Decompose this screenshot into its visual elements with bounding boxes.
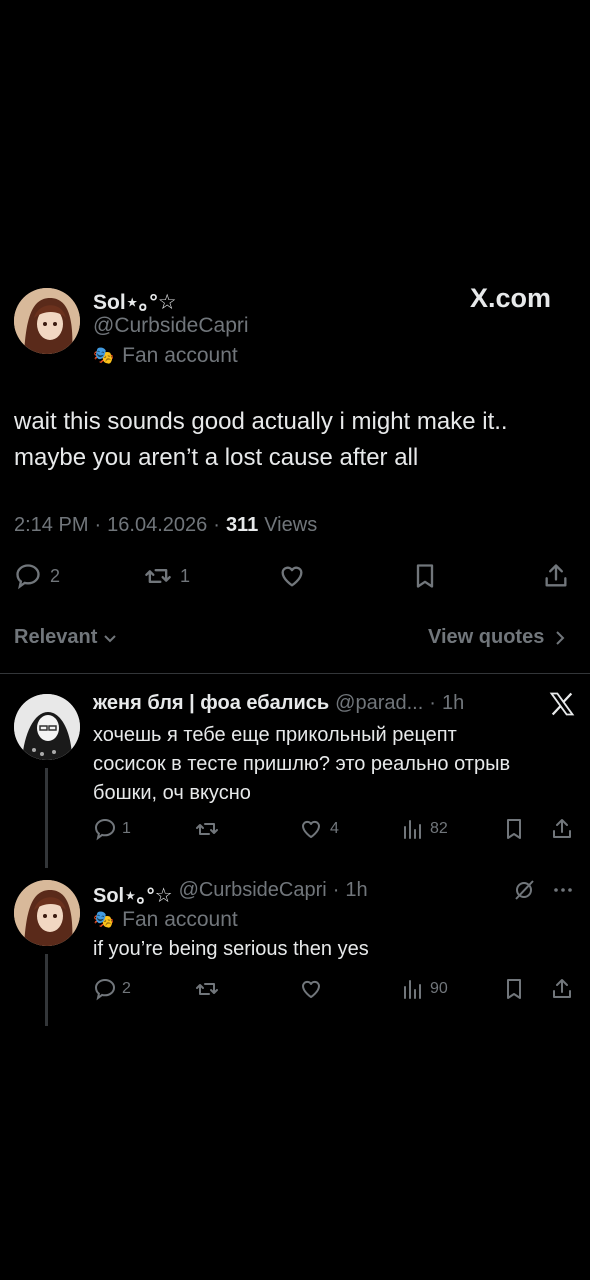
repost-button[interactable]: 1	[144, 562, 190, 590]
like-button[interactable]: 4	[298, 817, 339, 841]
reply-icon	[16, 564, 40, 590]
grok-icon[interactable]	[512, 878, 536, 902]
views-count: 311	[225, 514, 259, 536]
avatar[interactable]	[14, 694, 80, 760]
sort-dropdown[interactable]: Relevant	[14, 626, 117, 649]
like-button[interactable]	[298, 977, 324, 1001]
display-name[interactable]: Sol⋆｡°☆	[93, 879, 173, 908]
reply-text-line-1: хочешь я тебе еще прикольный рецепт	[93, 724, 457, 746]
avatar-image	[14, 694, 80, 760]
bookmark-icon	[507, 819, 521, 839]
bookmark-button[interactable]	[411, 562, 439, 590]
share-button[interactable]	[550, 817, 574, 841]
display-name[interactable]: женя бля | фоа ебались	[93, 692, 329, 715]
chevron-down-icon	[104, 634, 117, 642]
mask-icon: 🎭	[93, 346, 115, 365]
post-meta: 2:14 PM · 16.04.2026 · 311 Views	[14, 514, 318, 537]
reply-count: 2	[50, 565, 61, 586]
bookmark-button[interactable]	[502, 817, 526, 841]
views-label: Views	[264, 514, 318, 536]
reply-button[interactable]: 2	[14, 562, 60, 590]
post-text-line-1: wait this sounds good actually i might m…	[14, 408, 508, 435]
avatar[interactable]	[14, 288, 80, 354]
view-quotes-link[interactable]: View quotes	[428, 626, 566, 649]
repost-icon	[196, 983, 218, 995]
avatar-image	[14, 288, 80, 354]
views-button[interactable]: 90	[400, 977, 448, 1001]
main-post: Sol⋆｡°☆ @CurbsideCapri 🎭 Fan account X.c…	[0, 270, 590, 670]
repost-button[interactable]	[195, 977, 219, 1001]
share-icon	[545, 564, 567, 587]
time[interactable]: 1h	[345, 879, 367, 908]
badge-label: Fan account	[122, 344, 238, 367]
bookmark-icon	[507, 979, 521, 999]
x-logo-icon	[548, 690, 576, 718]
bookmark-button[interactable]	[502, 977, 526, 1001]
reply-header: Sol⋆｡°☆ @CurbsideCapri · 1h	[93, 879, 368, 908]
reply-count: 1	[122, 820, 131, 837]
reply-text: хочешь я тебе еще прикольный рецепт соси…	[93, 721, 510, 808]
post-date[interactable]: 16.04.2026	[107, 514, 207, 537]
heart-icon	[281, 566, 303, 587]
repost-icon	[145, 569, 171, 583]
reply-button[interactable]: 2	[93, 977, 131, 1001]
reply-text-line-3: бошки, оч вкусно	[93, 782, 251, 804]
handle[interactable]: @parad...	[335, 692, 423, 715]
share-button[interactable]	[550, 977, 574, 1001]
repost-count: 1	[180, 565, 191, 586]
reply-post[interactable]: Sol⋆｡°☆ @CurbsideCapri · 1h 🎭 Fan accoun…	[0, 864, 590, 1044]
views-button[interactable]: 82	[400, 817, 448, 841]
badge: 🎭 Fan account	[93, 344, 238, 368]
badge-label: Fan account	[122, 908, 238, 931]
heart-icon	[302, 820, 320, 838]
thread-line	[45, 768, 48, 868]
views-count: 82	[430, 820, 448, 837]
time[interactable]: 1h	[442, 692, 464, 715]
sort-label: Relevant	[14, 626, 98, 648]
avatar-image	[14, 880, 80, 946]
views-count: 90	[430, 980, 448, 997]
share-icon	[553, 979, 571, 998]
avatar[interactable]	[14, 880, 80, 946]
post-time[interactable]: 2:14 PM	[14, 514, 88, 537]
like-button[interactable]	[277, 562, 307, 590]
heart-icon	[302, 980, 320, 998]
analytics-icon	[404, 980, 421, 999]
reply-header: женя бля | фоа ебались @parad... · 1h	[93, 692, 465, 715]
reply-button[interactable]: 1	[93, 817, 131, 841]
reply-post[interactable]: женя бля | фоа ебались @parad... · 1h хо…	[0, 674, 590, 868]
bookmark-icon	[416, 564, 434, 588]
chevron-right-icon	[556, 630, 565, 645]
repost-icon	[196, 823, 218, 835]
analytics-icon	[404, 820, 421, 839]
reply-icon	[94, 978, 116, 1001]
reply-icon	[94, 818, 116, 841]
handle[interactable]: @CurbsideCapri	[93, 314, 249, 338]
share-button[interactable]	[542, 562, 570, 590]
post-text: wait this sounds good actually i might m…	[14, 404, 508, 476]
thread-line	[45, 954, 48, 1026]
share-icon	[553, 819, 571, 838]
repost-button[interactable]	[195, 817, 219, 841]
reply-text: if you’re being serious then yes	[93, 938, 369, 960]
post-text-line-2: maybe you aren’t a lost cause after all	[14, 444, 419, 471]
x-watermark: X.com	[470, 283, 552, 313]
like-count: 4	[330, 820, 339, 837]
view-quotes-label: View quotes	[428, 626, 545, 648]
display-name[interactable]: Sol⋆｡°☆	[93, 286, 177, 316]
more-options-icon[interactable]	[551, 878, 575, 902]
badge: 🎭 Fan account	[93, 908, 238, 932]
mask-icon: 🎭	[93, 910, 115, 929]
reply-count: 2	[122, 980, 131, 997]
reply-text-line-2: сосисок в тесте пришлю? это реально отры…	[93, 753, 511, 775]
handle[interactable]: @CurbsideCapri	[179, 879, 327, 908]
